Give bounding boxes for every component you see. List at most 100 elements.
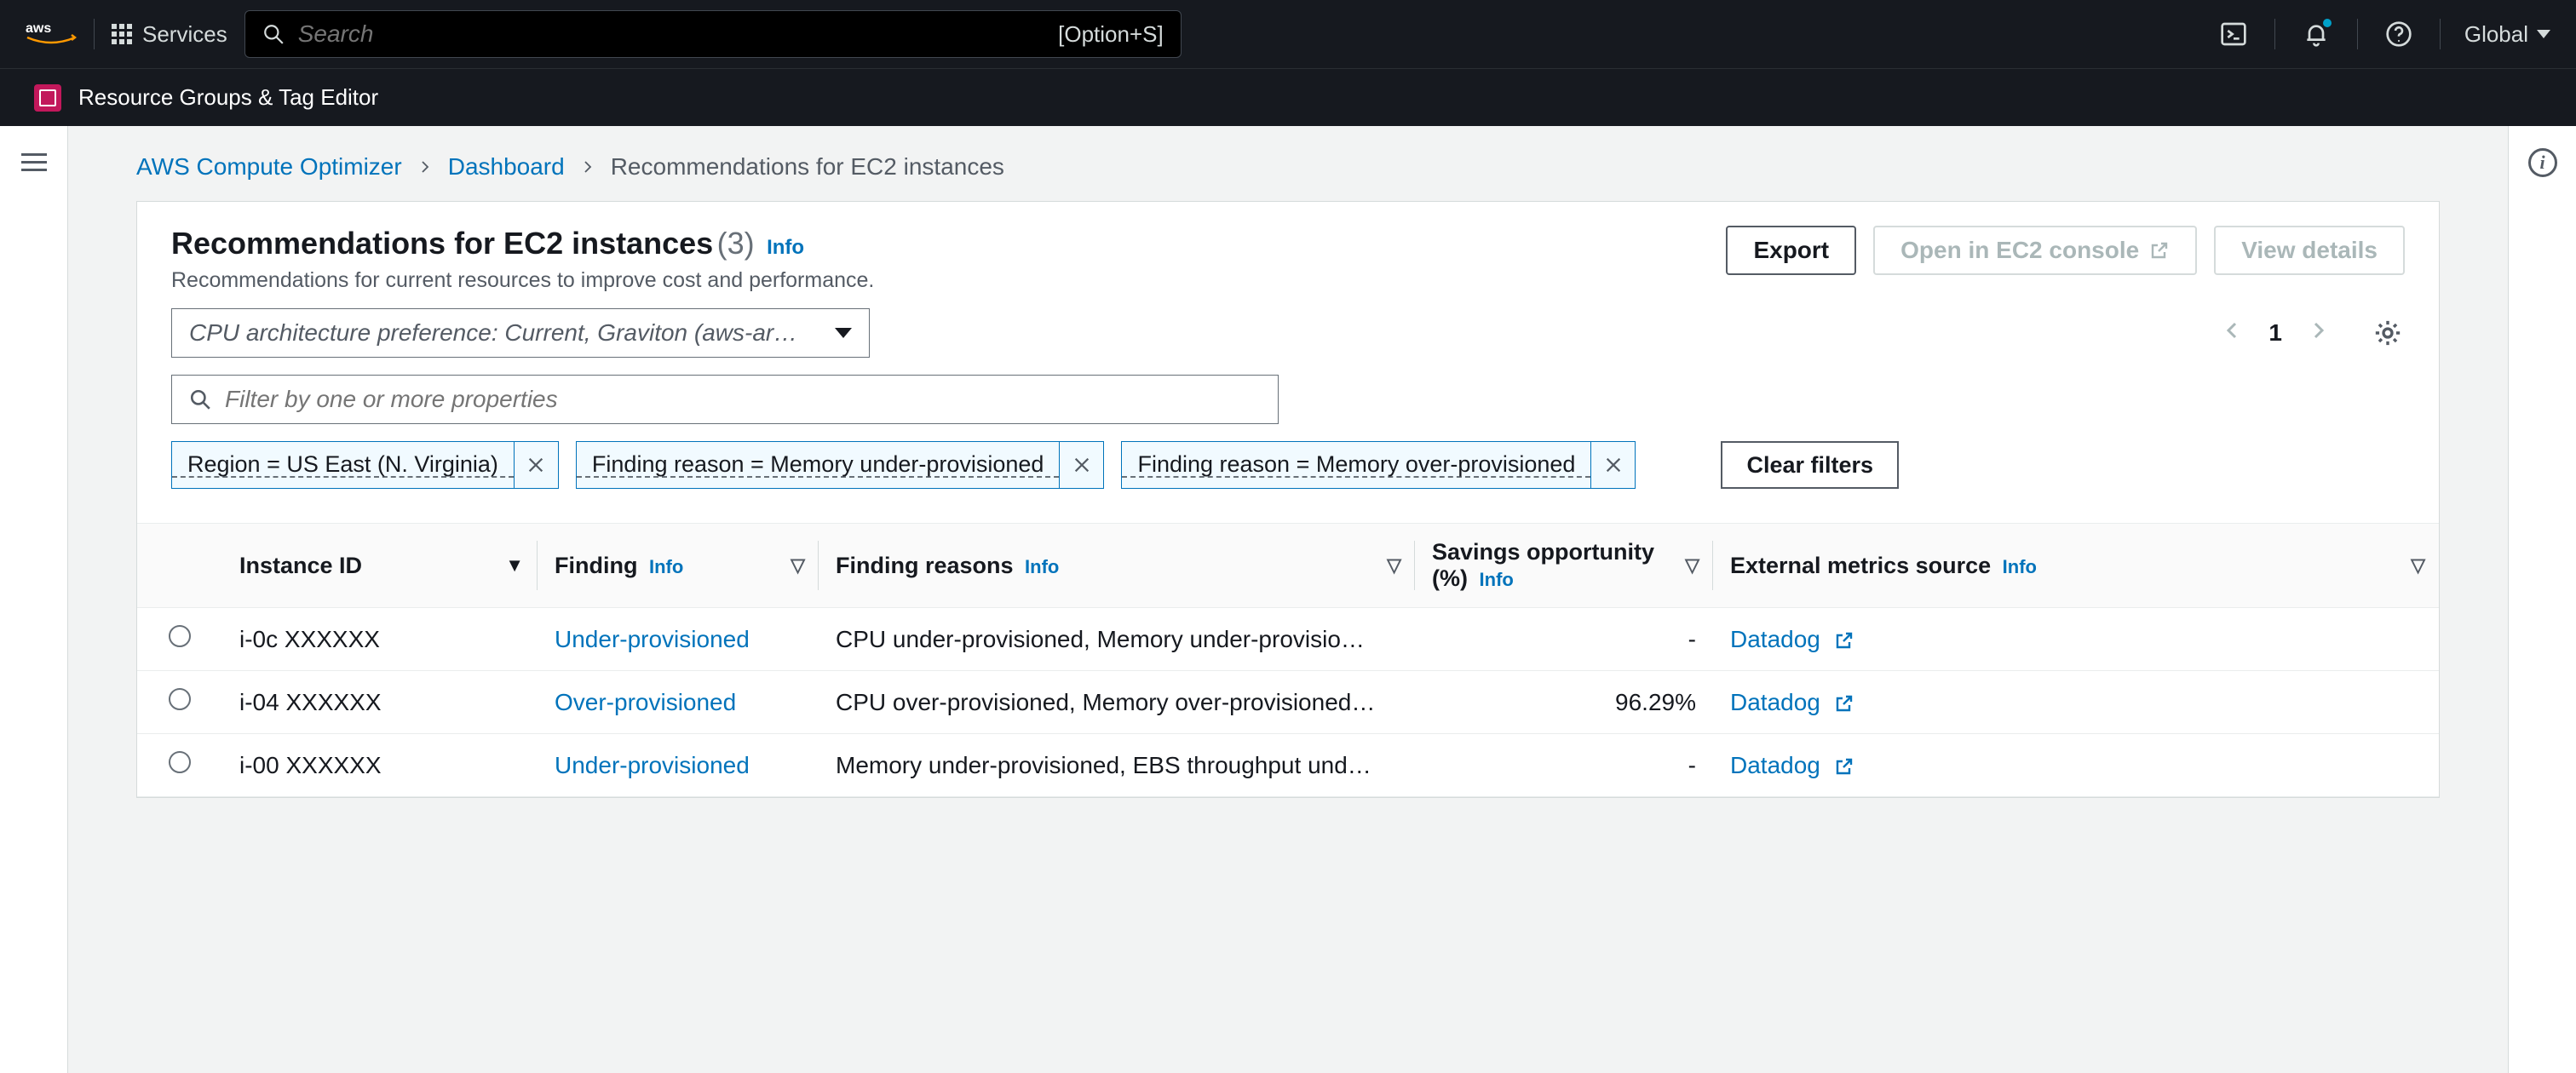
row-radio[interactable] bbox=[169, 625, 191, 647]
caret-down-icon bbox=[835, 328, 852, 338]
col-label: Finding bbox=[555, 553, 637, 578]
recommendations-panel: Recommendations for EC2 instances (3) In… bbox=[136, 201, 2440, 798]
cell-external: Datadog bbox=[1713, 734, 2439, 797]
col-info-link[interactable]: Info bbox=[1025, 556, 1059, 577]
open-ec2-console-button[interactable]: Open in EC2 console bbox=[1873, 226, 2197, 275]
cell-reasons: Memory under-provisioned, EBS throughput… bbox=[819, 734, 1415, 797]
chevron-right-icon bbox=[2308, 320, 2328, 341]
search-icon bbox=[262, 23, 285, 45]
chevron-down-icon bbox=[2537, 30, 2550, 38]
filter-chip-remove[interactable] bbox=[1590, 442, 1635, 488]
col-label: External metrics source bbox=[1730, 553, 1991, 578]
sort-desc-icon: ▼ bbox=[505, 554, 524, 577]
col-info-link[interactable]: Info bbox=[649, 556, 683, 577]
cell-finding: Under-provisioned bbox=[538, 608, 819, 671]
filter-chip-remove[interactable] bbox=[514, 442, 558, 488]
filter-chip-remove[interactable] bbox=[1059, 442, 1103, 488]
cell-external: Datadog bbox=[1713, 608, 2439, 671]
page-info-link[interactable]: Info bbox=[767, 236, 804, 259]
nav-divider bbox=[2357, 19, 2358, 49]
sort-icon: ▽ bbox=[2411, 554, 2425, 577]
breadcrumb-dashboard[interactable]: Dashboard bbox=[448, 153, 565, 181]
region-selector[interactable]: Global bbox=[2464, 21, 2550, 48]
sort-icon: ▽ bbox=[1387, 554, 1401, 577]
gear-icon bbox=[2373, 318, 2402, 347]
external-link-icon bbox=[2149, 240, 2170, 261]
col-instance-id[interactable]: Instance ID ▼ bbox=[222, 524, 538, 608]
search-shortcut: [Option+S] bbox=[1058, 21, 1164, 48]
help-icon bbox=[2385, 20, 2412, 48]
resource-groups-icon[interactable] bbox=[34, 84, 61, 112]
cell-instance-id: i-00 XXXXXX bbox=[222, 734, 538, 797]
page-next-button[interactable] bbox=[2308, 318, 2328, 347]
finding-link[interactable]: Under-provisioned bbox=[555, 626, 750, 652]
row-select-cell bbox=[137, 608, 222, 671]
external-link-icon bbox=[1834, 756, 1854, 777]
view-details-button[interactable]: View details bbox=[2214, 226, 2405, 275]
top-nav-right: Global bbox=[2217, 17, 2550, 51]
notifications-button[interactable] bbox=[2299, 17, 2333, 51]
view-details-label: View details bbox=[2241, 237, 2378, 264]
resource-groups-link[interactable]: Resource Groups & Tag Editor bbox=[78, 84, 378, 111]
page-subtitle: Recommendations for current resources to… bbox=[171, 268, 1709, 293]
nav-divider bbox=[2274, 19, 2275, 49]
table-row[interactable]: i-04 XXXXXXOver-provisionedCPU over-prov… bbox=[137, 671, 2439, 734]
breadcrumb-current: Recommendations for EC2 instances bbox=[611, 153, 1004, 181]
col-external-metrics[interactable]: External metrics source Info ▽ bbox=[1713, 524, 2439, 608]
external-link[interactable]: Datadog bbox=[1730, 689, 1854, 715]
row-select-cell bbox=[137, 671, 222, 734]
table-settings-button[interactable] bbox=[2371, 316, 2405, 350]
pagination: 1 bbox=[2222, 316, 2405, 350]
filter-chip-label[interactable]: Finding reason = Memory over-provisioned bbox=[1122, 452, 1590, 478]
filter-chip-label[interactable]: Region = US East (N. Virginia) bbox=[172, 452, 514, 478]
breadcrumb-service[interactable]: AWS Compute Optimizer bbox=[136, 153, 402, 181]
cloudshell-button[interactable] bbox=[2217, 17, 2251, 51]
cell-savings: - bbox=[1415, 608, 1713, 671]
row-select-cell bbox=[137, 734, 222, 797]
col-info-link[interactable]: Info bbox=[2003, 556, 2037, 577]
services-menu[interactable]: Services bbox=[112, 21, 227, 48]
panel-header: Recommendations for EC2 instances (3) In… bbox=[137, 202, 2439, 308]
col-label: Instance ID bbox=[239, 553, 362, 578]
export-button[interactable]: Export bbox=[1726, 226, 1856, 275]
close-icon bbox=[1072, 456, 1091, 474]
select-header bbox=[137, 524, 222, 608]
notification-dot bbox=[2323, 19, 2332, 27]
help-button[interactable] bbox=[2382, 17, 2416, 51]
sort-icon: ▽ bbox=[1685, 554, 1699, 577]
filter-chip-label[interactable]: Finding reason = Memory under-provisione… bbox=[577, 452, 1060, 478]
cpu-arch-label: CPU architecture preference: Current, Gr… bbox=[189, 319, 797, 347]
row-radio[interactable] bbox=[169, 688, 191, 710]
search-input[interactable] bbox=[298, 20, 1044, 48]
col-finding-reasons[interactable]: Finding reasons Info ▽ bbox=[819, 524, 1415, 608]
external-link[interactable]: Datadog bbox=[1730, 626, 1854, 652]
sort-icon: ▽ bbox=[791, 554, 805, 577]
breadcrumb: AWS Compute Optimizer Dashboard Recommen… bbox=[68, 126, 2508, 201]
finding-link[interactable]: Over-provisioned bbox=[555, 689, 736, 715]
filters-section: CPU architecture preference: Current, Gr… bbox=[137, 308, 2439, 506]
table-header-row: Instance ID ▼ Finding Info ▽ Finding rea… bbox=[137, 524, 2439, 608]
side-nav-toggle[interactable] bbox=[0, 126, 68, 1073]
property-filter[interactable] bbox=[171, 375, 1279, 424]
table-row[interactable]: i-0c XXXXXXUnder-provisionedCPU under-pr… bbox=[137, 608, 2439, 671]
page-prev-button[interactable] bbox=[2222, 318, 2243, 347]
info-panel-toggle[interactable]: i bbox=[2508, 126, 2576, 1073]
col-finding[interactable]: Finding Info ▽ bbox=[538, 524, 819, 608]
property-filter-input[interactable] bbox=[225, 386, 1261, 413]
aws-logo[interactable]: aws bbox=[26, 19, 77, 49]
top-nav: aws Services [Option+S] Global bbox=[0, 0, 2576, 68]
external-link[interactable]: Datadog bbox=[1730, 752, 1854, 778]
page-count: (3) bbox=[717, 226, 755, 261]
col-info-link[interactable]: Info bbox=[1480, 569, 1514, 590]
col-label: Finding reasons bbox=[836, 553, 1014, 578]
external-link-icon bbox=[1834, 693, 1854, 714]
cell-reasons: CPU under-provisioned, Memory under-prov… bbox=[819, 608, 1415, 671]
finding-link[interactable]: Under-provisioned bbox=[555, 752, 750, 778]
col-savings[interactable]: Savings opportunity (%) Info ▽ bbox=[1415, 524, 1713, 608]
chevron-right-icon bbox=[580, 153, 595, 181]
row-radio[interactable] bbox=[169, 751, 191, 773]
global-search[interactable]: [Option+S] bbox=[244, 10, 1182, 58]
cpu-arch-preference-select[interactable]: CPU architecture preference: Current, Gr… bbox=[171, 308, 870, 358]
clear-filters-button[interactable]: Clear filters bbox=[1721, 441, 1899, 489]
table-row[interactable]: i-00 XXXXXX Under-provisioned Memory under… bbox=[137, 734, 2439, 797]
